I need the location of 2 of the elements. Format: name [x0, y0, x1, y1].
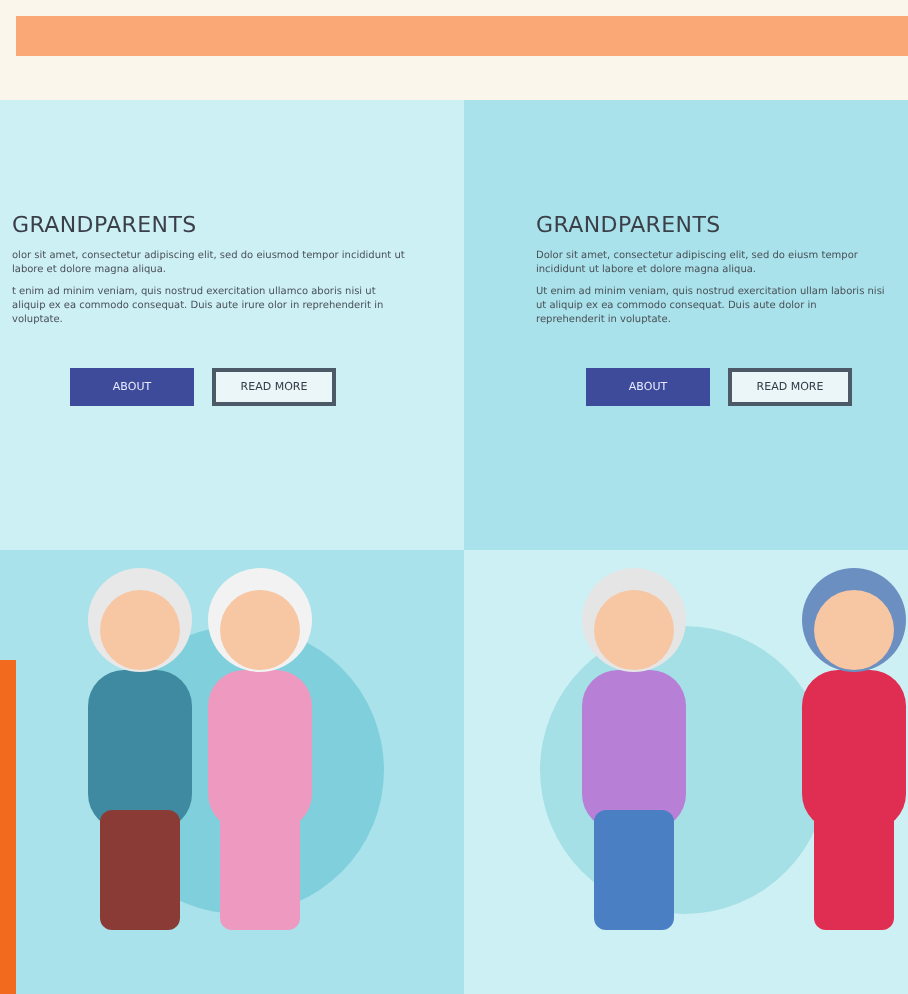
banner-title: GRANDPARENTS — [536, 212, 723, 238]
banner-title: GRANDPARENTS — [12, 212, 199, 238]
